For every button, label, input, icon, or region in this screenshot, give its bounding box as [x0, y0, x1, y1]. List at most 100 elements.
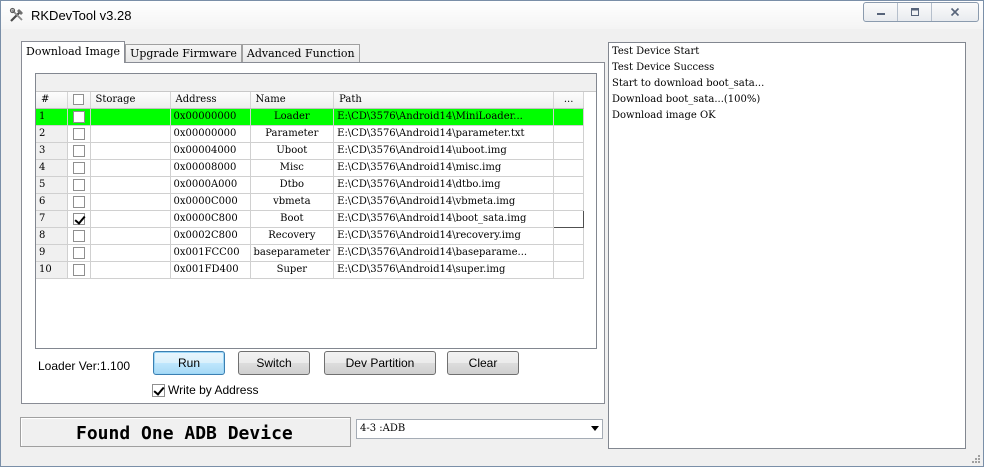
download-image-panel: # Storage Address Name Path ... 1 0x00000…	[21, 62, 605, 404]
row-checkbox[interactable]	[72, 195, 85, 208]
row-checkbox[interactable]	[72, 229, 85, 242]
row-checkbox[interactable]	[72, 178, 85, 191]
select-all-checkbox[interactable]	[73, 94, 84, 106]
tools-icon	[9, 7, 23, 22]
row-more-cell[interactable]	[553, 227, 585, 245]
table-row[interactable]: 3 0x00004000 Uboot E:\CD\3576\Android14\ubo…	[36, 142, 585, 160]
table-row[interactable]: 5 0x0000A000 Dtbo E:\CD\3576\Android14\dtbo…	[36, 176, 585, 194]
row-storage	[90, 261, 171, 279]
write-by-address-option[interactable]: Write by Address	[152, 383, 258, 397]
device-status: Found One ADB Device	[20, 417, 351, 447]
image-table[interactable]: # Storage Address Name Path ... 1 0x00000…	[35, 73, 597, 349]
row-number: 5	[36, 176, 68, 194]
log-line: Test Device Start	[612, 46, 700, 57]
table-row[interactable]: 10 0x001FD400 Super E:\CD\3576\Android14\su…	[36, 261, 585, 279]
clear-button[interactable]: Clear	[447, 351, 519, 375]
row-name: Misc	[250, 159, 335, 177]
row-more-cell[interactable]	[553, 159, 585, 177]
log-line: Download boot_sata...(100%)	[612, 94, 761, 105]
log-output[interactable]: Test Device Start Test Device Success Star…	[608, 42, 966, 449]
minimize-icon	[876, 13, 885, 15]
row-checkbox-cell	[67, 125, 91, 143]
row-name: Super	[250, 261, 335, 279]
row-address: 0x0002C800	[170, 227, 251, 245]
close-icon	[950, 7, 960, 17]
row-storage	[90, 227, 171, 245]
col-header-check[interactable]	[67, 92, 91, 109]
row-address: 0x0000A000	[170, 176, 251, 194]
row-storage	[90, 108, 171, 126]
tab-advanced-function[interactable]: Advanced Function	[241, 44, 360, 63]
table-row[interactable]: 1 0x00000000 Loader E:\CD\3576\Android14\Mi…	[36, 108, 585, 126]
dropdown-arrow-icon[interactable]	[591, 426, 599, 431]
col-header-name[interactable]: Name	[250, 92, 335, 109]
row-more-cell[interactable]	[553, 261, 585, 279]
close-button[interactable]	[932, 3, 978, 21]
table-row[interactable]: 7 0x0000C800 Boot E:\CD\3576\Android14\boot…	[36, 209, 585, 228]
table-row[interactable]: 8 0x0002C800 Recovery E:\CD\3576\Android14\…	[36, 227, 585, 245]
row-number: 8	[36, 227, 68, 245]
col-header-num[interactable]: #	[36, 92, 68, 109]
table-row[interactable]: 4 0x00008000 Misc E:\CD\3576\Android14\misc…	[36, 159, 585, 177]
row-name: Uboot	[250, 142, 335, 160]
row-name: Parameter	[250, 125, 335, 143]
table-row[interactable]: 9 0x001FCC00 baseparameter E:\CD\3576\Andro…	[36, 244, 585, 262]
row-storage	[90, 142, 171, 160]
row-storage	[90, 210, 171, 228]
minimize-button[interactable]	[864, 3, 898, 21]
tab-download-image[interactable]: Download Image	[21, 41, 126, 63]
row-checkbox-cell	[67, 244, 91, 262]
row-checkbox-cell	[67, 108, 91, 126]
col-header-address[interactable]: Address	[170, 92, 251, 109]
table-top-row	[36, 74, 596, 92]
resize-grip-icon[interactable]	[969, 452, 981, 464]
row-storage	[90, 176, 171, 194]
row-more-cell[interactable]	[553, 176, 585, 194]
table-row[interactable]: 2 0x00000000 Parameter E:\CD\3576\Android14…	[36, 125, 585, 143]
device-select[interactable]: 4-3 :ADB	[356, 419, 603, 439]
col-header-more[interactable]: ...	[553, 92, 585, 109]
maximize-button[interactable]	[898, 3, 932, 21]
row-path: E:\CD\3576\Android14\misc.img	[333, 159, 555, 177]
restore-icon	[910, 8, 919, 16]
row-name: Recovery	[250, 227, 335, 245]
loader-version-label: Loader Ver:1.100	[38, 359, 131, 373]
row-number: 9	[36, 244, 68, 262]
row-checkbox[interactable]	[72, 246, 85, 259]
row-more-cell[interactable]	[553, 125, 585, 143]
write-by-address-checkbox[interactable]	[152, 383, 165, 397]
col-header-path[interactable]: Path	[333, 92, 555, 109]
row-path: E:\CD\3576\Android14\super.img	[333, 261, 555, 279]
row-more-cell[interactable]	[553, 209, 585, 228]
row-address: 0x00000000	[170, 125, 251, 143]
row-number: 4	[36, 159, 68, 177]
row-checkbox[interactable]	[72, 212, 85, 225]
switch-button[interactable]: Switch	[238, 351, 310, 375]
col-header-storage[interactable]: Storage	[90, 92, 171, 109]
row-number: 1	[36, 108, 68, 126]
row-checkbox[interactable]	[72, 127, 85, 140]
row-checkbox[interactable]	[72, 144, 85, 157]
row-path: E:\CD\3576\Android14\baseparame...	[333, 244, 555, 262]
title-bar[interactable]: RKDevTool v3.28	[1, 1, 983, 29]
row-path: E:\CD\3576\Android14\vbmeta.img	[333, 193, 555, 211]
row-path: E:\CD\3576\Android14\dtbo.img	[333, 176, 555, 194]
row-storage	[90, 159, 171, 177]
log-line: Download image OK	[612, 110, 716, 121]
row-checkbox-cell	[67, 176, 91, 194]
row-checkbox[interactable]	[72, 161, 85, 174]
row-checkbox[interactable]	[72, 263, 85, 276]
dev-partition-button[interactable]: Dev Partition	[324, 351, 436, 375]
row-more-cell[interactable]	[553, 244, 585, 262]
row-path: E:\CD\3576\Android14\uboot.img	[333, 142, 555, 160]
app-window: RKDevTool v3.28 Download Image Upgrade F…	[0, 0, 984, 467]
row-more-cell[interactable]	[553, 142, 585, 160]
row-checkbox-cell	[67, 210, 91, 228]
tab-upgrade-firmware[interactable]: Upgrade Firmware	[125, 44, 242, 63]
row-checkbox[interactable]	[72, 110, 85, 123]
run-button[interactable]: Run	[153, 351, 225, 375]
write-by-address-label: Write by Address	[168, 383, 259, 397]
row-more-cell[interactable]	[553, 108, 585, 126]
row-more-cell[interactable]	[553, 193, 585, 211]
table-row[interactable]: 6 0x0000C000 vbmeta E:\CD\3576\Android14\vb…	[36, 193, 585, 211]
